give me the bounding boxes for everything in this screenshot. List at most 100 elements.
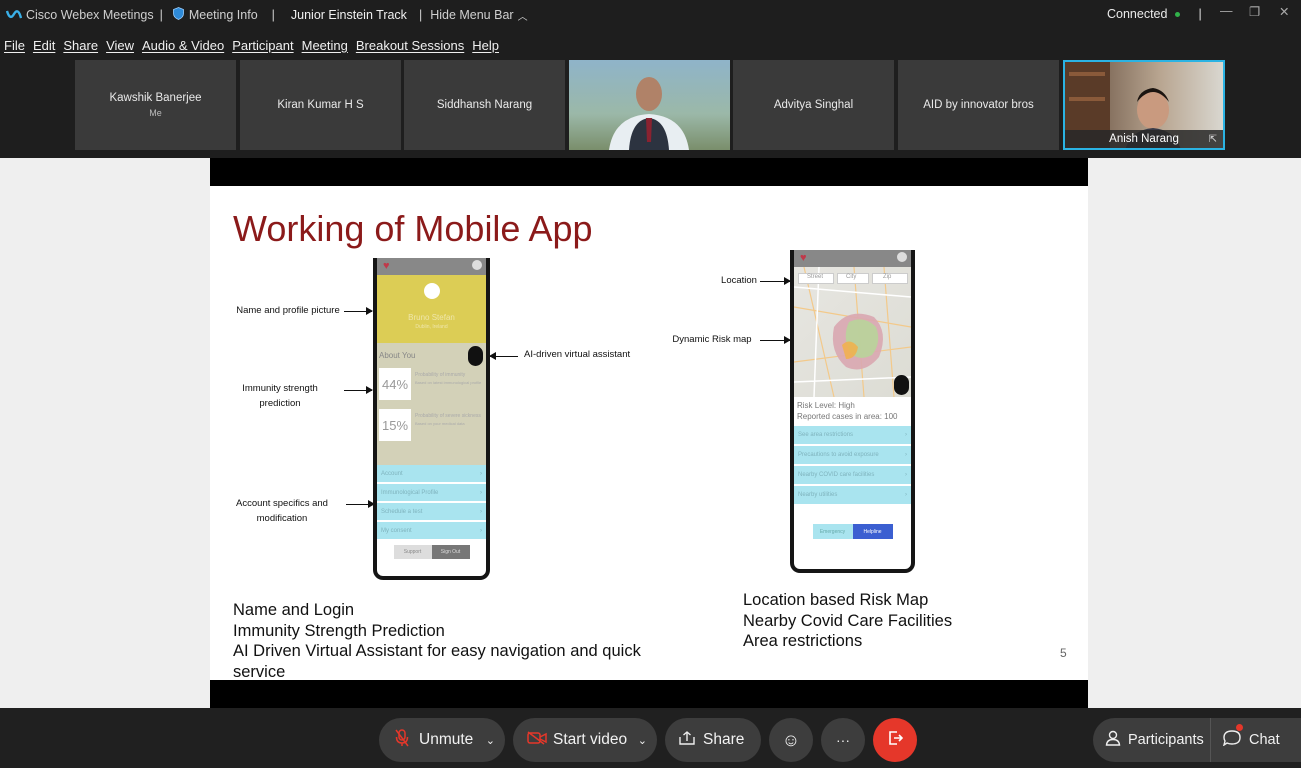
- helpline-button[interactable]: Helpline: [852, 524, 893, 539]
- share-button[interactable]: Share: [665, 718, 761, 762]
- chevron-down-icon[interactable]: ⌄: [638, 734, 647, 747]
- city-field[interactable]: City: [837, 273, 869, 284]
- hide-menu-bar-button[interactable]: Hide Menu Bar ︿: [430, 8, 527, 23]
- pop-out-icon[interactable]: ⇱: [1209, 134, 1217, 145]
- connection-status: Connected |: [1107, 7, 1202, 21]
- status-text: Connected: [1107, 7, 1168, 21]
- list-item[interactable]: My consent ›: [377, 522, 486, 541]
- list-item[interactable]: Immunological Profile ›: [377, 484, 486, 503]
- chevron-right-icon: ›: [480, 527, 482, 534]
- shared-content-area: Working of Mobile App Name and profile p…: [0, 158, 1301, 708]
- chevron-right-icon: ›: [905, 452, 907, 458]
- leave-meeting-button[interactable]: [873, 718, 917, 762]
- phone-actions: Emergency Helpline: [794, 524, 911, 539]
- title-bar: Cisco Webex Meetings | Meeting Info | Ju…: [0, 0, 1301, 30]
- participant-tile[interactable]: AID by innovator bros: [898, 60, 1059, 150]
- start-video-button[interactable]: Start video ⌄: [513, 718, 657, 762]
- meeting-title: Junior Einstein Track: [290, 8, 407, 22]
- menu-breakout-sessions[interactable]: Breakout Sessions: [356, 38, 464, 53]
- participant-tile[interactable]: Kawshik Banerjee Me: [75, 60, 236, 150]
- menu-edit[interactable]: Edit: [33, 38, 55, 53]
- chevron-down-icon[interactable]: ⌄: [486, 734, 495, 747]
- list-item[interactable]: See area restrictions ›: [794, 426, 911, 446]
- chat-button[interactable]: Chat: [1211, 718, 1280, 762]
- unmute-label: Unmute: [419, 731, 474, 748]
- street-field[interactable]: Street: [798, 273, 834, 284]
- phone-header: ♥: [377, 258, 486, 275]
- support-button[interactable]: Support: [393, 545, 432, 559]
- reactions-button[interactable]: ☺: [769, 718, 813, 762]
- participant-name: Kawshik Banerjee: [109, 92, 202, 104]
- immunity-value: 44%: [379, 368, 411, 400]
- sign-out-button[interactable]: Sign Out: [431, 545, 470, 559]
- phone-mockup-profile: ♥ Bruno Stefan Dublin, Ireland About You…: [373, 258, 490, 580]
- annotation-account: Account specifics and modification: [236, 498, 328, 524]
- arrow-right-icon: [344, 307, 373, 315]
- unmute-button[interactable]: Unmute ⌄: [379, 718, 505, 762]
- menu-help[interactable]: Help: [472, 38, 499, 53]
- share-icon: [679, 730, 695, 750]
- chevron-right-icon: ›: [480, 470, 482, 477]
- bullets-right: Location based Risk Map Nearby Covid Car…: [743, 590, 1043, 652]
- active-speaker-tile[interactable]: Anish Narang ⇱: [1063, 60, 1225, 150]
- list-item[interactable]: Precautions to avoid exposure ›: [794, 446, 911, 466]
- menu-bar: File Edit Share View Audio & Video Parti…: [0, 33, 1301, 57]
- participant-tile[interactable]: Advitya Singhal: [733, 60, 894, 150]
- bullet-item: AI Driven Virtual Assistant for easy nav…: [233, 642, 641, 681]
- list-item[interactable]: Schedule a test ›: [377, 503, 486, 522]
- minimize-icon[interactable]: —: [1220, 4, 1233, 18]
- participant-name: Kiran Kumar H S: [277, 99, 364, 111]
- menu-file[interactable]: File: [4, 38, 25, 53]
- list-item[interactable]: Account ›: [377, 465, 486, 484]
- participant-strip: Kawshik Banerjee Me Kiran Kumar H S Sidd…: [0, 60, 1301, 158]
- severity-stat: 15% Probability of severe sickness Based…: [379, 409, 484, 441]
- close-icon[interactable]: ✕: [1279, 4, 1289, 19]
- avatar: [423, 283, 440, 299]
- active-speaker-label: Anish Narang ⇱: [1065, 130, 1223, 148]
- annotation-assistant: AI-driven virtual assistant: [524, 349, 631, 360]
- notification-dot-icon: [1236, 724, 1243, 731]
- menu-participant[interactable]: Participant: [232, 38, 293, 53]
- bullet-item: Name and Login: [233, 601, 355, 619]
- menu-audio-video[interactable]: Audio & Video: [142, 38, 224, 53]
- annotation-name-profile: Name and profile picture: [236, 305, 340, 316]
- menu-view[interactable]: View: [106, 38, 134, 53]
- list-item[interactable]: Nearby utilities ›: [794, 486, 911, 506]
- participants-button[interactable]: Participants: [1093, 718, 1211, 762]
- chat-bubble-icon: [1222, 729, 1241, 751]
- person-icon: [1105, 730, 1121, 751]
- more-options-button[interactable]: ···: [821, 718, 865, 762]
- participant-tile[interactable]: Siddhansh Narang: [404, 60, 565, 150]
- control-bar: Unmute ⌄ Start video ⌄ Share ☺ ··· Parti…: [0, 708, 1301, 768]
- menu-share[interactable]: Share: [63, 38, 98, 53]
- arrow-right-icon: [760, 336, 791, 344]
- more-icon: ···: [836, 732, 850, 748]
- side-panel-controls: Participants Chat: [1093, 718, 1301, 762]
- smiley-icon: ☺: [781, 729, 801, 750]
- microphone-icon[interactable]: [894, 375, 909, 395]
- menu-meeting[interactable]: Meeting: [302, 38, 348, 53]
- chevron-right-icon: ›: [905, 472, 907, 478]
- start-video-label: Start video: [553, 731, 628, 748]
- participant-name: Siddhansh Narang: [436, 99, 533, 111]
- restore-icon[interactable]: ❐: [1249, 4, 1260, 19]
- participant-name: AID by innovator bros: [923, 99, 1034, 111]
- slide-title: Working of Mobile App: [233, 208, 593, 249]
- emergency-button[interactable]: Emergency: [812, 524, 853, 539]
- location-fields: Street City Zip: [798, 273, 908, 284]
- settings-icon: [897, 252, 907, 262]
- list-item[interactable]: Nearby COVID care facilities ›: [794, 466, 911, 486]
- settings-icon: [472, 260, 482, 270]
- participant-me-label: Me: [149, 108, 162, 118]
- shared-slide: Working of Mobile App Name and profile p…: [210, 158, 1088, 708]
- microphone-icon[interactable]: [468, 346, 483, 366]
- participant-tile[interactable]: Kiran Kumar H S: [240, 60, 401, 150]
- participant-video-tile[interactable]: [569, 60, 730, 150]
- status-dot-icon: [1175, 11, 1181, 17]
- meeting-info-button[interactable]: Meeting Info: [172, 7, 258, 23]
- risk-map[interactable]: Street City Zip: [794, 267, 911, 397]
- hide-menu-label: Hide Menu Bar: [430, 8, 514, 22]
- participant-video-icon: [609, 77, 689, 150]
- zip-field[interactable]: Zip: [872, 273, 908, 284]
- bullet-item: Area restrictions: [743, 632, 863, 650]
